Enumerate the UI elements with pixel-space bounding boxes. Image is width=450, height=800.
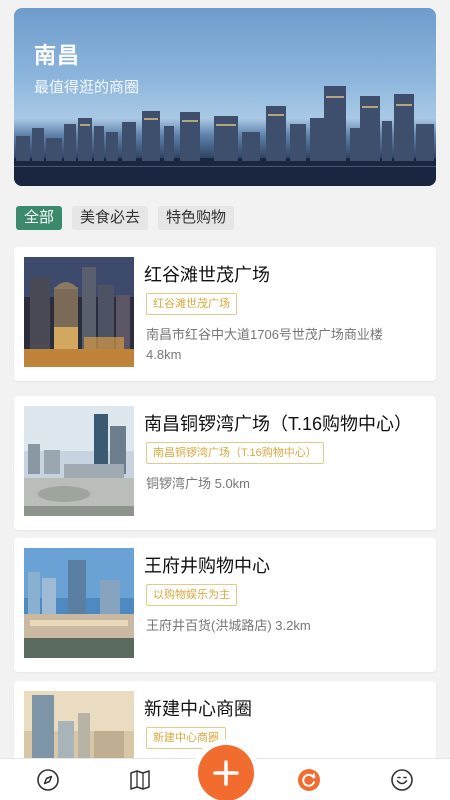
mall-card[interactable]: 红谷滩世茂广场 红谷滩世茂广场 南昌市红谷中大道1706号世茂广场商业楼 4.8… [14, 247, 436, 381]
mall-name: 王府井购物中心 [144, 556, 270, 576]
mall-card[interactable]: 王府井购物中心 以购物娱乐为主 王府井百货(洪城路店) 3.2km [14, 538, 436, 672]
mall-tag: 红谷滩世茂广场 [146, 293, 237, 315]
filter-shopping[interactable]: 特色购物 [158, 206, 235, 230]
smile-icon[interactable] [390, 768, 414, 792]
category-filters: 全部 美食必去 特色购物 [16, 206, 235, 230]
city-title: 南昌 [34, 43, 81, 68]
map-icon[interactable] [128, 768, 152, 792]
mall-address: 南昌市红谷中大道1706号世茂广场商业楼 [146, 327, 383, 342]
mall-photo [24, 406, 134, 516]
hero-subtitle: 最值得逛的商圈 [34, 79, 140, 96]
filter-food[interactable]: 美食必去 [72, 206, 149, 230]
mall-name: 红谷滩世茂广场 [144, 265, 270, 285]
mall-tag: 新建中心商圈 [146, 727, 226, 749]
add-button[interactable] [198, 745, 254, 800]
mall-address: 王府井百货(洪城路店) 3.2km [146, 618, 311, 633]
add-icon [213, 760, 239, 786]
mall-tag: 以购物娱乐为主 [146, 584, 237, 606]
mall-card[interactable]: 南昌铜锣湾广场（T.16购物中心） 南昌铜锣湾广场（T.16购物中心） 铜锣湾广… [14, 396, 436, 530]
filter-all[interactable]: 全部 [16, 206, 63, 230]
compass-icon[interactable] [36, 768, 60, 792]
mall-distance: 4.8km [146, 347, 182, 362]
hero-banner[interactable]: 南昌 最值得逛的商圈 [14, 8, 436, 186]
mall-photo [24, 548, 134, 658]
mall-name: 南昌铜锣湾广场（T.16购物中心） [144, 414, 413, 434]
refresh-icon[interactable] [297, 768, 321, 792]
mall-tag: 南昌铜锣湾广场（T.16购物中心） [146, 442, 324, 464]
mall-address: 铜锣湾广场 5.0km [146, 476, 251, 491]
mall-photo [24, 257, 134, 367]
mall-name: 新建中心商圈 [144, 699, 252, 719]
